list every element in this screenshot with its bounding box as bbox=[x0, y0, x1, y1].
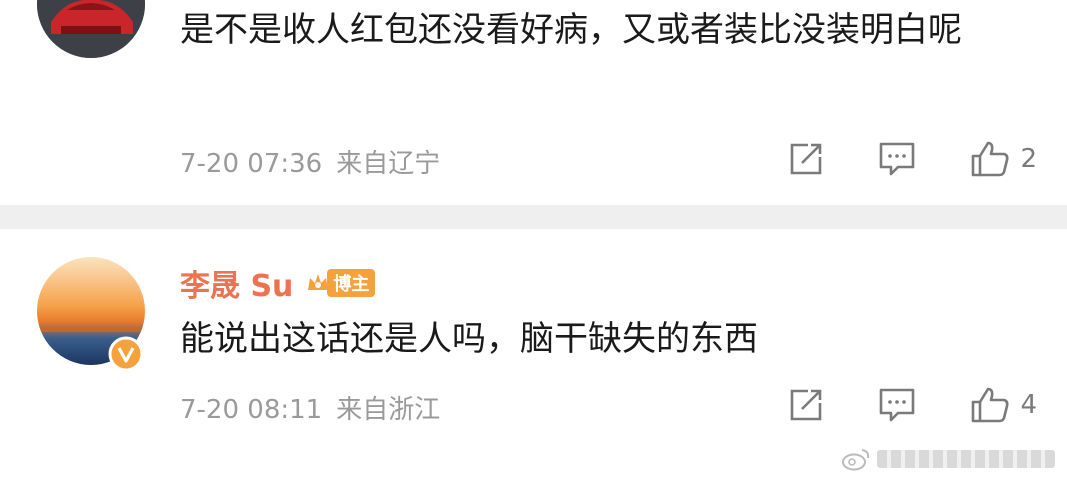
like-count: 2 bbox=[1020, 144, 1037, 174]
like-button[interactable]: 2 bbox=[970, 140, 1037, 178]
comment-icon bbox=[880, 388, 915, 422]
comment-icon bbox=[880, 142, 915, 176]
comment-text: 能说出这话还是人吗，脑干缺失的东西 bbox=[180, 319, 758, 359]
repost-icon bbox=[791, 143, 822, 175]
user-name-row: 李晟 Su 博主 bbox=[180, 261, 376, 305]
red-car-avatar-icon bbox=[37, 0, 145, 58]
separator bbox=[0, 205, 1067, 229]
comment-actions: 4 bbox=[788, 386, 1037, 424]
comment-button[interactable] bbox=[878, 141, 916, 177]
comment-meta: 7-20 08:11 来自浙江 bbox=[180, 389, 440, 426]
comment-button[interactable] bbox=[878, 387, 916, 423]
comment-text: 是不是收人红包还没看好病，又或者装比没装明白呢 bbox=[180, 10, 962, 50]
username[interactable]: 李晟 Su bbox=[180, 261, 293, 305]
like-icon bbox=[972, 387, 1009, 423]
like-button[interactable]: 4 bbox=[970, 386, 1037, 424]
comment-location: 来自浙江 bbox=[336, 395, 441, 425]
repost-icon bbox=[791, 389, 822, 421]
comment-time: 7-20 08:11 bbox=[180, 395, 323, 425]
comment-location: 来自辽宁 bbox=[336, 149, 441, 179]
blogger-badge: 博主 bbox=[305, 269, 376, 297]
badge-label: 博主 bbox=[327, 269, 376, 297]
like-icon bbox=[972, 141, 1009, 177]
watermark-text-obscured bbox=[877, 450, 1055, 468]
repost-button[interactable] bbox=[788, 141, 824, 177]
weibo-logo-icon bbox=[842, 449, 870, 471]
watermark bbox=[841, 447, 1055, 471]
avatar[interactable] bbox=[37, 0, 145, 58]
like-count: 4 bbox=[1020, 390, 1037, 420]
comment-meta: 7-20 07:36 来自辽宁 bbox=[180, 143, 440, 180]
comment-item: 是不是收人红包还没看好病，又或者装比没装明白呢 7-20 07:36 来自辽宁 2 bbox=[0, 0, 1067, 205]
comment-time: 7-20 07:36 bbox=[180, 149, 323, 179]
verified-v-icon bbox=[108, 336, 144, 372]
repost-button[interactable] bbox=[788, 387, 824, 423]
comment-actions: 2 bbox=[788, 140, 1037, 178]
